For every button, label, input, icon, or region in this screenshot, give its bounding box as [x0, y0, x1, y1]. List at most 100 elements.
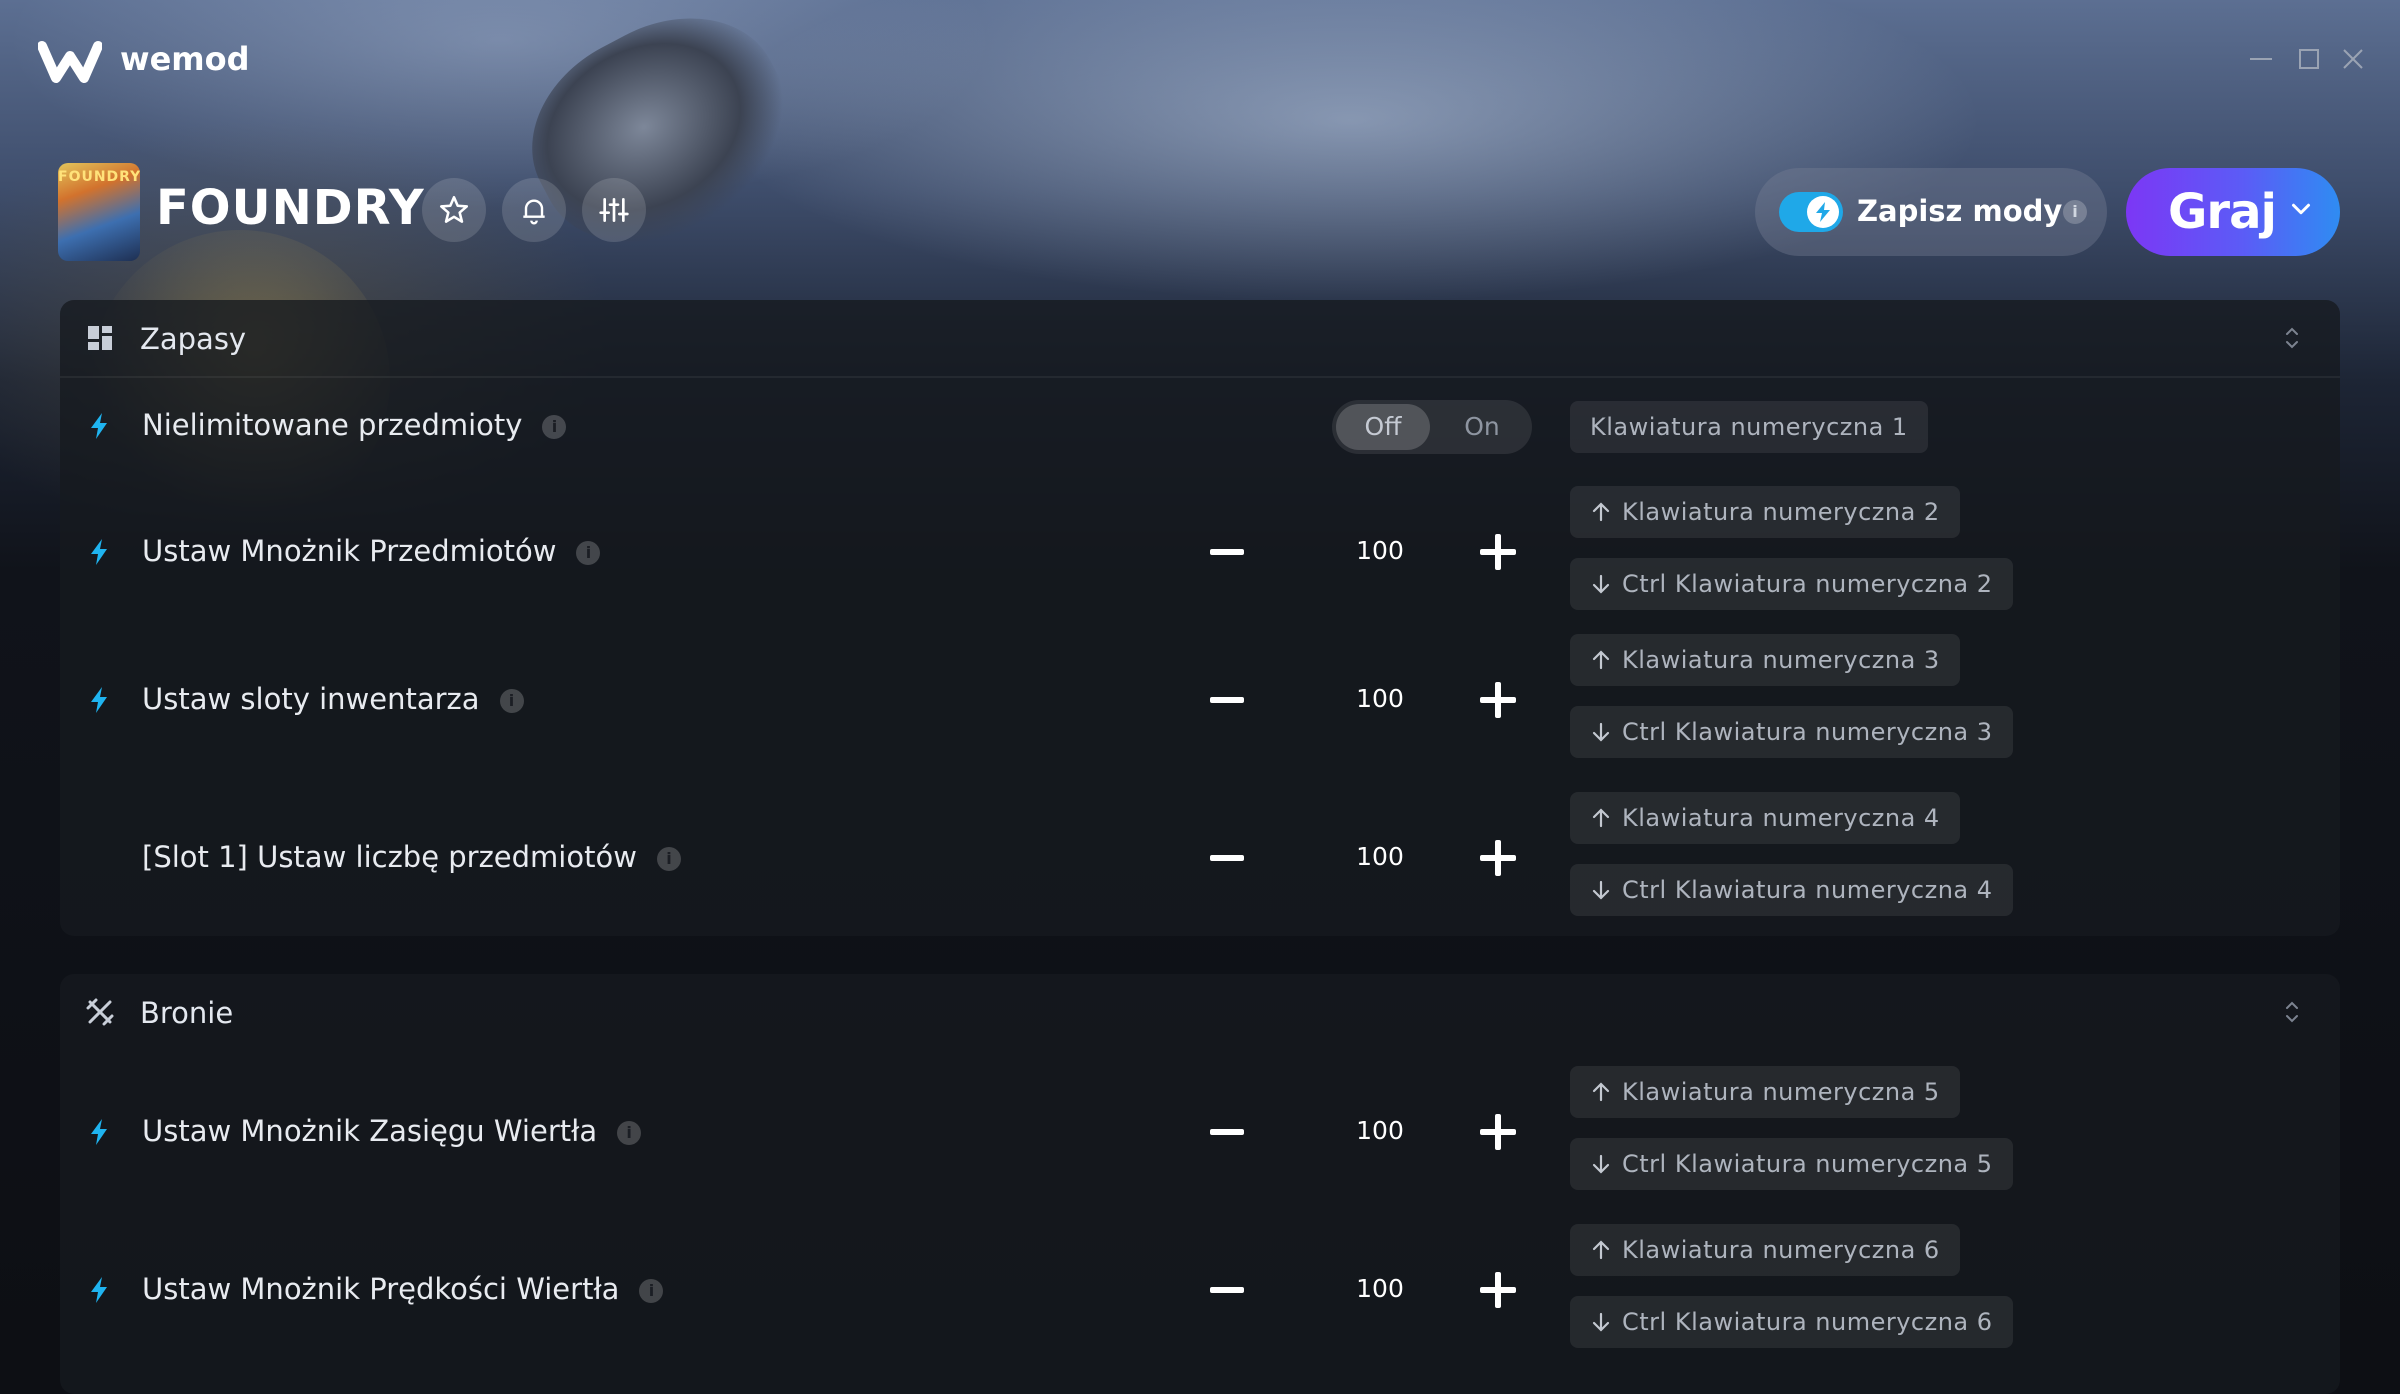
hotkey-decrease[interactable]: Ctrl Klawiatura numeryczna 6	[1570, 1296, 2013, 1348]
mod-settings-button[interactable]	[582, 178, 646, 242]
game-cover: FOUNDRY	[58, 163, 140, 261]
arrow-up-icon	[1592, 1082, 1610, 1102]
section-bronie: Bronie Ustaw Mnożnik Zasięgu Wiertła i 10…	[60, 974, 2340, 1394]
info-icon[interactable]: i	[656, 847, 681, 871]
close-icon[interactable]	[2340, 46, 2366, 72]
decrease-button[interactable]	[1210, 697, 1244, 703]
value-display[interactable]: 100	[1320, 842, 1440, 871]
hotkey-text: Ctrl Klawiatura numeryczna 3	[1622, 718, 1993, 746]
value-display[interactable]: 100	[1320, 1116, 1440, 1145]
toggle-off-option[interactable]: Off	[1336, 404, 1430, 450]
save-mods-label: Zapisz mody	[1857, 194, 2063, 228]
arrow-up-icon	[1592, 650, 1610, 670]
hotkey-text: Klawiatura numeryczna 1	[1590, 413, 1908, 441]
hotkey-increase[interactable]: Klawiatura numeryczna 2	[1570, 486, 1960, 538]
arrow-down-icon	[1592, 880, 1610, 900]
save-mods-info-icon[interactable]: i	[2063, 200, 2087, 224]
mod-label-text: Ustaw Mnożnik Prędkości Wiertła	[142, 1272, 620, 1306]
bolt-icon	[91, 1119, 107, 1145]
arrow-up-icon	[1592, 1240, 1610, 1260]
favorite-button[interactable]	[422, 178, 486, 242]
section-header[interactable]: Zapasy	[60, 300, 2340, 378]
decrease-button[interactable]	[1210, 855, 1244, 861]
hotkey-text: Klawiatura numeryczna 6	[1622, 1236, 1940, 1264]
save-mods-toggle[interactable]: Zapisz mody i	[1755, 168, 2107, 256]
wemod-logo-icon	[38, 41, 102, 83]
mod-row-slot1-item-count: [Slot 1] Ustaw liczbę przedmiotów i 100 K…	[60, 788, 2340, 928]
collapse-icon[interactable]	[2280, 324, 2304, 352]
grid-icon	[88, 326, 112, 350]
hotkey-text: Ctrl Klawiatura numeryczna 2	[1622, 570, 1993, 598]
decrease-button[interactable]	[1210, 1129, 1244, 1135]
arrow-down-icon	[1592, 722, 1610, 742]
hotkey-text: Klawiatura numeryczna 4	[1622, 804, 1940, 832]
section-zapasy: Zapasy Nielimitowane przedmioty i Off On …	[60, 300, 2340, 936]
bell-icon	[523, 199, 545, 225]
play-button[interactable]: Graj	[2126, 168, 2340, 256]
bolt-icon	[91, 539, 107, 565]
mod-label-text: [Slot 1] Ustaw liczbę przedmiotów	[142, 840, 637, 874]
bolt-icon	[91, 1277, 107, 1303]
hotkey-text: Klawiatura numeryczna 5	[1622, 1078, 1940, 1106]
bolt-icon	[91, 413, 107, 439]
hotkey-text: Ctrl Klawiatura numeryczna 5	[1622, 1150, 1993, 1178]
decrease-button[interactable]	[1210, 1287, 1244, 1293]
mod-toggle[interactable]: Off On	[1332, 400, 1532, 454]
info-icon[interactable]: i	[542, 415, 567, 439]
star-icon	[439, 195, 469, 223]
hotkey-text: Ctrl Klawiatura numeryczna 6	[1622, 1308, 1993, 1336]
hotkey-increase[interactable]: Klawiatura numeryczna 4	[1570, 792, 1960, 844]
info-icon[interactable]: i	[576, 541, 601, 565]
info-icon[interactable]: i	[499, 689, 524, 713]
hotkey-decrease[interactable]: Ctrl Klawiatura numeryczna 3	[1570, 706, 2013, 758]
mod-label: Ustaw Mnożnik Przedmiotów i	[142, 534, 601, 568]
minimize-icon[interactable]	[2248, 46, 2274, 72]
hotkey-decrease[interactable]: Ctrl Klawiatura numeryczna 4	[1570, 864, 2013, 916]
value-display[interactable]: 100	[1320, 684, 1440, 713]
mod-row-drill-speed: Ustaw Mnożnik Prędkości Wiertła i 100 Kla…	[60, 1220, 2340, 1360]
arrow-down-icon	[1592, 574, 1610, 594]
chevron-down-icon[interactable]	[2286, 194, 2316, 224]
hotkey-text: Ctrl Klawiatura numeryczna 4	[1622, 876, 1993, 904]
hotkey-decrease[interactable]: Ctrl Klawiatura numeryczna 2	[1570, 558, 2013, 610]
hotkey-increase[interactable]: Klawiatura numeryczna 6	[1570, 1224, 1960, 1276]
increase-button[interactable]	[1480, 840, 1516, 876]
increase-button[interactable]	[1480, 534, 1516, 570]
toggle-on-option[interactable]: On	[1436, 404, 1528, 450]
hotkey-increase[interactable]: Klawiatura numeryczna 5	[1570, 1066, 1960, 1118]
cover-logo-text: FOUNDRY	[58, 169, 140, 185]
hotkey-badge[interactable]: Klawiatura numeryczna 1	[1570, 401, 1928, 453]
save-mods-knob	[1807, 196, 1839, 228]
arrow-up-icon	[1592, 502, 1610, 522]
increase-button[interactable]	[1480, 682, 1516, 718]
section-header[interactable]: Bronie	[60, 974, 2340, 1050]
play-label: Graj	[2168, 184, 2277, 240]
hotkey-text: Klawiatura numeryczna 2	[1622, 498, 1940, 526]
game-title: FOUNDRY	[156, 180, 425, 236]
mod-label: Ustaw Mnożnik Prędkości Wiertła i	[142, 1272, 664, 1306]
info-icon[interactable]: i	[617, 1121, 642, 1145]
info-icon[interactable]: i	[639, 1279, 664, 1303]
hotkey-text: Klawiatura numeryczna 3	[1622, 646, 1940, 674]
mod-label: Ustaw Mnożnik Zasięgu Wiertła i	[142, 1114, 642, 1148]
value-display[interactable]: 100	[1320, 536, 1440, 565]
decrease-button[interactable]	[1210, 549, 1244, 555]
notifications-button[interactable]	[502, 178, 566, 242]
maximize-icon[interactable]	[2296, 46, 2322, 72]
section-title: Zapasy	[140, 322, 247, 356]
increase-button[interactable]	[1480, 1114, 1516, 1150]
hotkey-decrease[interactable]: Ctrl Klawiatura numeryczna 5	[1570, 1138, 2013, 1190]
arrow-down-icon	[1592, 1154, 1610, 1174]
brand-name: wemod	[120, 40, 250, 78]
collapse-icon[interactable]	[2280, 998, 2304, 1026]
increase-button[interactable]	[1480, 1272, 1516, 1308]
arrow-up-icon	[1592, 808, 1610, 828]
mod-label: Ustaw sloty inwentarza i	[142, 682, 524, 716]
bolt-icon	[91, 687, 107, 713]
hotkey-increase[interactable]: Klawiatura numeryczna 3	[1570, 634, 1960, 686]
mod-row-unlimited-items: Nielimitowane przedmioty i Off On Klawiat…	[60, 390, 2340, 462]
value-display[interactable]: 100	[1320, 1274, 1440, 1303]
save-mods-switch[interactable]	[1779, 192, 1843, 232]
mod-row-item-multiplier: Ustaw Mnożnik Przedmiotów i 100 Klawiatur…	[60, 482, 2340, 622]
weapons-icon	[86, 998, 114, 1026]
